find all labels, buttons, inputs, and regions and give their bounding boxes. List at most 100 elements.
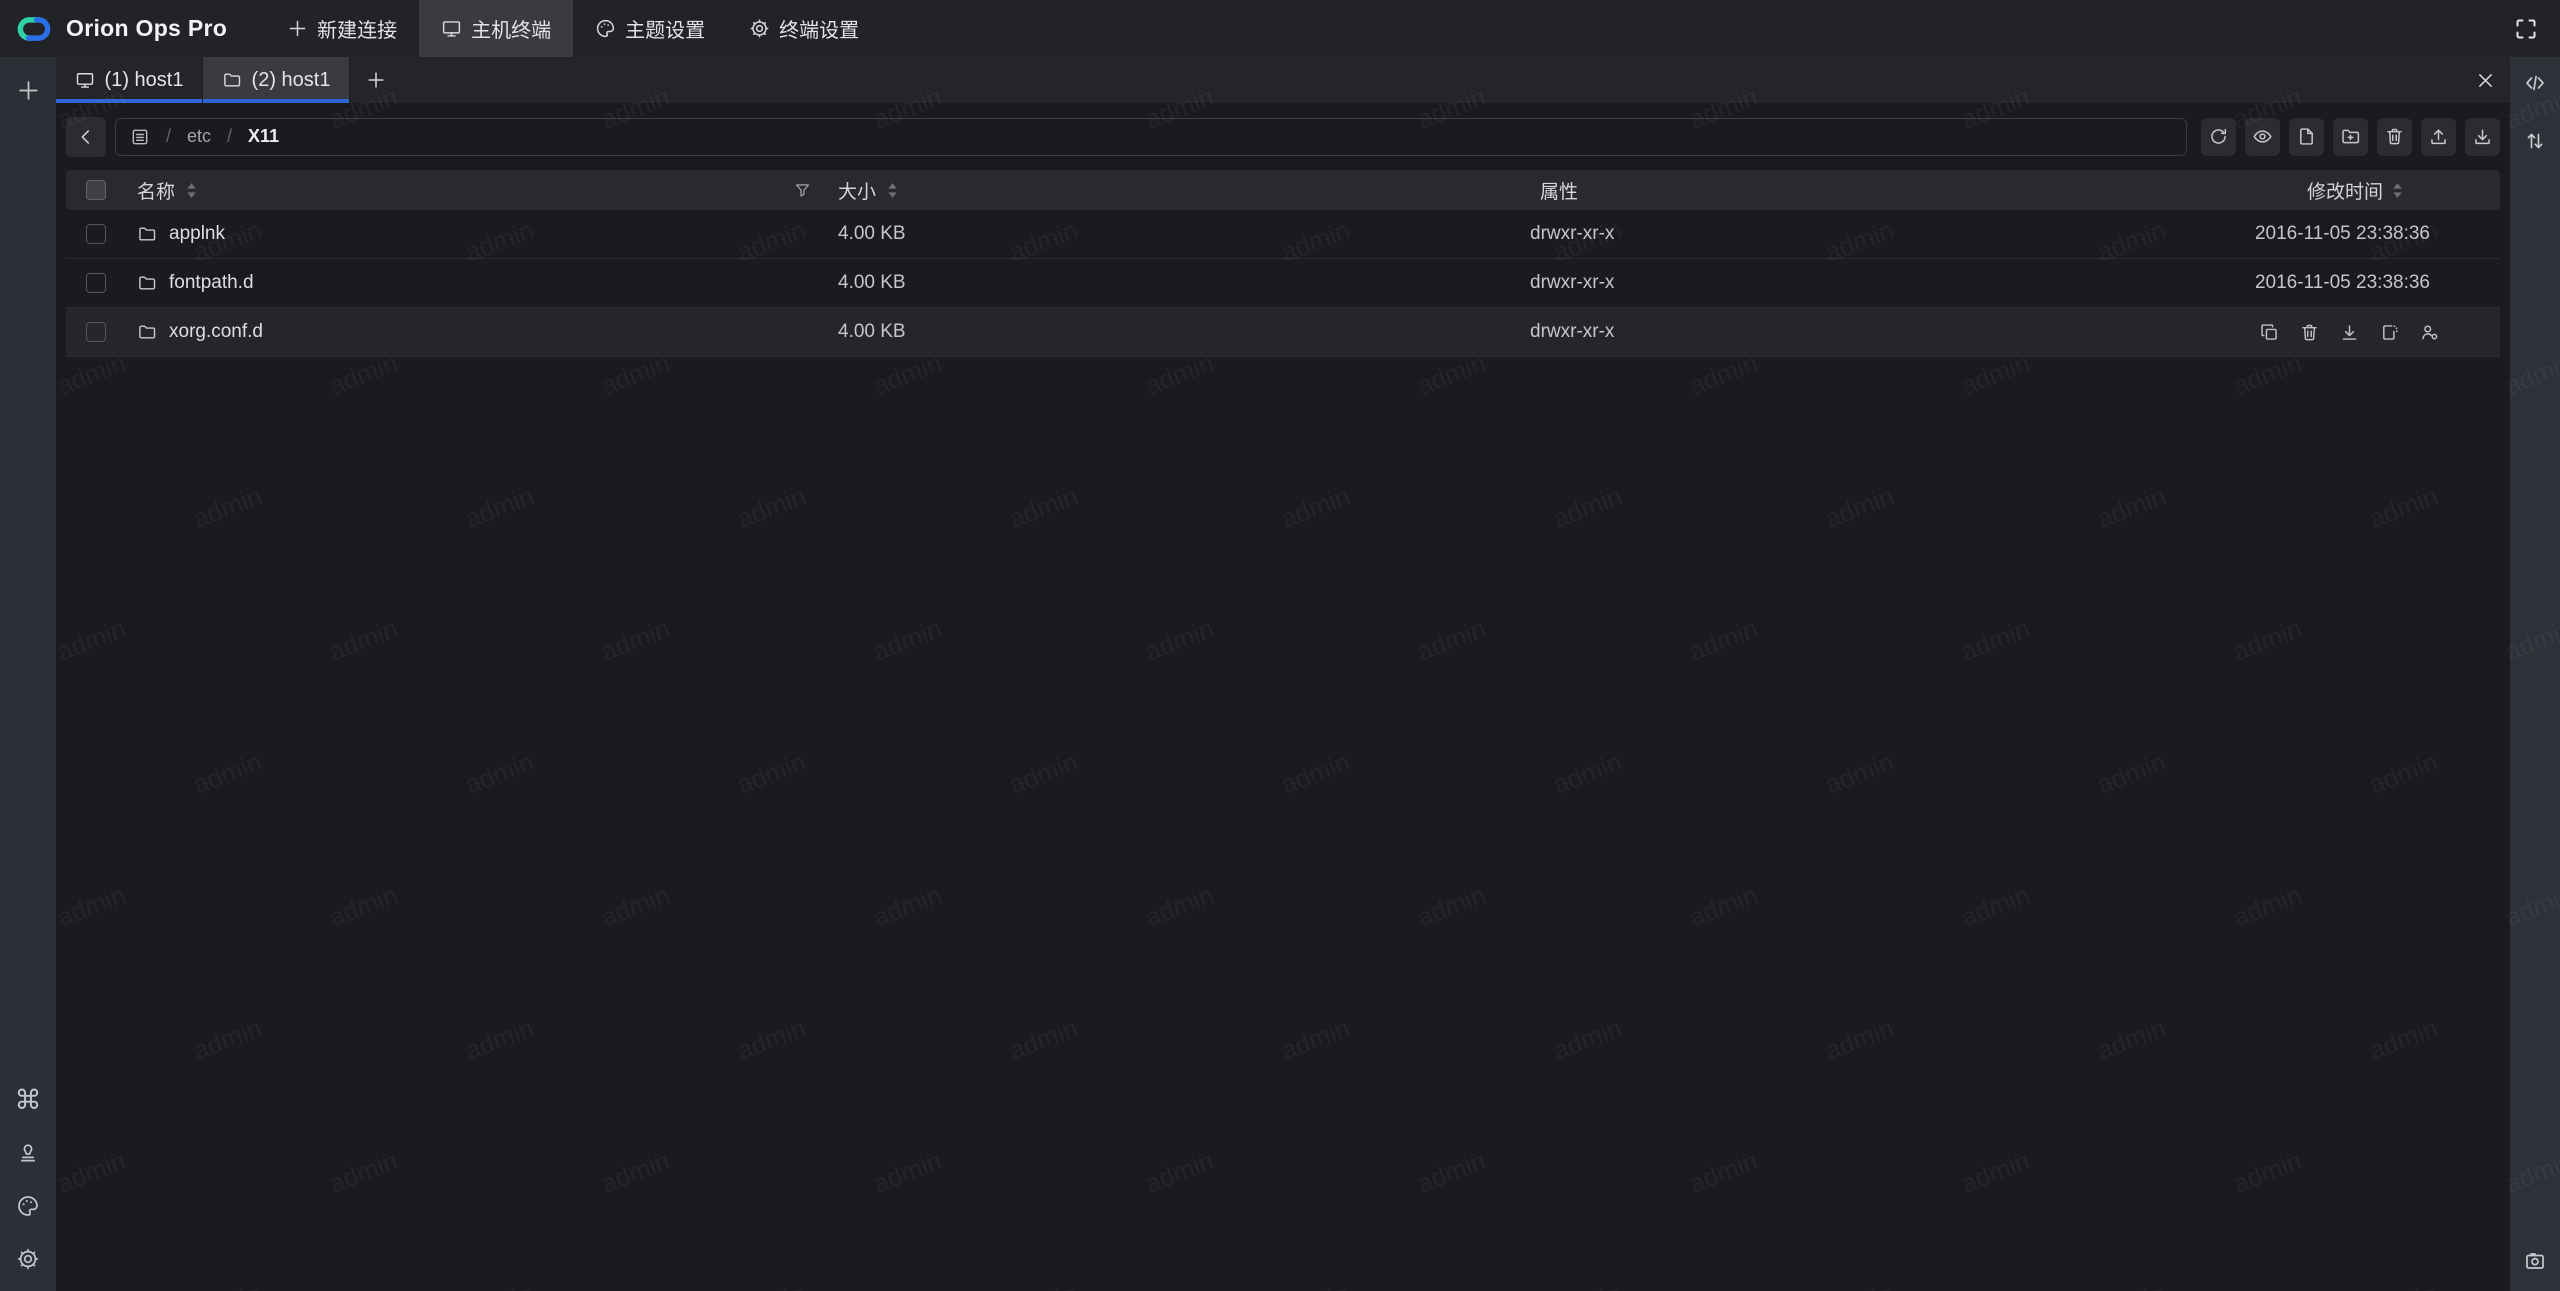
rail-screenshot-button[interactable] xyxy=(2517,1243,2553,1279)
folder-plus-icon xyxy=(2340,126,2361,147)
tab-host1-terminal[interactable]: (1) host1 xyxy=(56,57,203,103)
menu-item-new-connection[interactable]: 新建连接 xyxy=(265,0,419,57)
app-logo-icon xyxy=(14,12,54,46)
code-icon xyxy=(2523,71,2547,95)
permission-icon[interactable] xyxy=(2419,322,2440,343)
column-header-size[interactable]: 大小 xyxy=(776,177,1526,204)
column-label: 名称 xyxy=(137,177,175,204)
file-name: xorg.conf.d xyxy=(169,321,263,343)
download-button[interactable] xyxy=(2465,118,2500,156)
filter-icon[interactable] xyxy=(793,181,812,200)
download-icon[interactable] xyxy=(2339,322,2360,343)
file-name: applnk xyxy=(169,223,225,245)
left-sidebar: ⌘ xyxy=(0,57,56,1291)
fullscreen-icon xyxy=(2514,17,2538,41)
file-attr: drwxr-xr-x xyxy=(1526,223,2166,245)
right-rail xyxy=(2510,57,2560,1291)
table-header: 名称 大小 属性 修改时间 xyxy=(66,170,2500,210)
folder-icon xyxy=(137,224,157,244)
rail-transfer-button[interactable] xyxy=(2517,123,2553,159)
main-menu: 新建连接 主机终端 主题设置 终端设置 xyxy=(265,0,881,57)
row-checkbox[interactable] xyxy=(86,224,106,244)
menu-item-host-terminal[interactable]: 主机终端 xyxy=(419,0,573,57)
new-folder-button[interactable] xyxy=(2333,118,2368,156)
monitor-icon xyxy=(75,70,95,90)
refresh-button[interactable] xyxy=(2201,118,2236,156)
breadcrumb: / etc / X11 xyxy=(115,118,2187,156)
new-file-button[interactable] xyxy=(2289,118,2324,156)
palette-icon xyxy=(595,18,616,39)
column-header-mtime[interactable]: 修改时间 xyxy=(2166,177,2500,204)
swap-vertical-icon xyxy=(2523,129,2547,153)
file-table: 名称 大小 属性 修改时间 applnk 4.00 KB xyxy=(66,170,2500,1291)
breadcrumb-separator: / xyxy=(227,126,232,147)
sidebar-stamp-button[interactable] xyxy=(8,1133,48,1173)
chevron-left-icon xyxy=(75,126,97,148)
table-row[interactable]: applnk 4.00 KB drwxr-xr-x 2016-11-05 23:… xyxy=(66,210,2500,259)
move-icon[interactable] xyxy=(2379,322,2400,343)
sort-icon[interactable] xyxy=(2391,181,2404,200)
menu-item-label: 主题设置 xyxy=(625,14,705,43)
preview-hidden-button[interactable] xyxy=(2245,118,2280,156)
main-area: (1) host1 (2) host1 / etc / X11 xyxy=(56,57,2510,1291)
close-icon xyxy=(2475,70,2496,91)
breadcrumb-segment-x11[interactable]: X11 xyxy=(248,126,279,147)
menu-item-terminal-settings[interactable]: 终端设置 xyxy=(727,0,881,57)
plus-icon xyxy=(287,18,308,39)
sidebar-theme-button[interactable] xyxy=(8,1186,48,1226)
download-icon xyxy=(2472,126,2493,147)
file-attr: drwxr-xr-x xyxy=(1526,321,2166,343)
file-attr: drwxr-xr-x xyxy=(1526,272,2166,294)
folder-icon xyxy=(137,273,157,293)
copy-icon[interactable] xyxy=(2259,322,2280,343)
menu-item-label: 新建连接 xyxy=(317,14,397,43)
file-icon xyxy=(2296,126,2317,147)
row-checkbox[interactable] xyxy=(86,322,106,342)
delete-button[interactable] xyxy=(2377,118,2412,156)
delete-icon[interactable] xyxy=(2299,322,2320,343)
breadcrumb-segment-etc[interactable]: etc xyxy=(187,126,211,147)
breadcrumb-separator: / xyxy=(166,126,171,147)
trash-icon xyxy=(2384,126,2405,147)
tab-bar: (1) host1 (2) host1 xyxy=(56,57,2510,103)
sort-icon[interactable] xyxy=(886,181,899,200)
file-name: fontpath.d xyxy=(169,272,254,294)
file-mtime: 2016-11-05 23:38:36 xyxy=(2166,223,2500,245)
sidebar-new-button[interactable] xyxy=(8,70,48,110)
camera-icon xyxy=(2523,1249,2547,1273)
row-checkbox[interactable] xyxy=(86,273,106,293)
gear-icon xyxy=(749,18,770,39)
list-icon[interactable] xyxy=(130,127,150,147)
stamp-icon xyxy=(16,1141,40,1165)
file-toolbar-row: / etc / X11 xyxy=(56,103,2510,170)
upload-button[interactable] xyxy=(2421,118,2456,156)
column-label: 修改时间 xyxy=(2307,177,2383,204)
column-header-name[interactable]: 名称 xyxy=(116,177,776,204)
tab-label: (2) host1 xyxy=(252,69,331,92)
plus-icon xyxy=(365,69,387,91)
new-tab-button[interactable] xyxy=(350,57,402,103)
menu-item-theme-settings[interactable]: 主题设置 xyxy=(573,0,727,57)
app-title: Orion Ops Pro xyxy=(66,15,227,42)
table-row[interactable]: xorg.conf.d 4.00 KB drwxr-xr-x xyxy=(66,308,2500,357)
refresh-icon xyxy=(2208,126,2229,147)
file-mtime: 2016-11-05 23:38:36 xyxy=(2166,272,2500,294)
sort-icon[interactable] xyxy=(185,181,198,200)
eye-icon xyxy=(2252,126,2273,147)
plus-icon xyxy=(16,78,41,103)
brand: Orion Ops Pro xyxy=(0,12,243,46)
close-tab-button[interactable] xyxy=(2475,57,2496,103)
table-row[interactable]: fontpath.d 4.00 KB drwxr-xr-x 2016-11-05… xyxy=(66,259,2500,308)
sidebar-command-button[interactable]: ⌘ xyxy=(8,1080,48,1120)
gear-icon xyxy=(16,1247,40,1271)
fullscreen-button[interactable] xyxy=(2511,14,2541,44)
palette-icon xyxy=(16,1194,40,1218)
tab-host1-files[interactable]: (2) host1 xyxy=(203,57,350,103)
file-tools xyxy=(2201,118,2500,156)
back-button[interactable] xyxy=(66,117,106,157)
tab-label: (1) host1 xyxy=(105,69,184,92)
rail-code-button[interactable] xyxy=(2517,65,2553,101)
file-size: 4.00 KB xyxy=(776,223,1526,245)
select-all-checkbox[interactable] xyxy=(86,180,106,200)
sidebar-settings-button[interactable] xyxy=(8,1239,48,1279)
